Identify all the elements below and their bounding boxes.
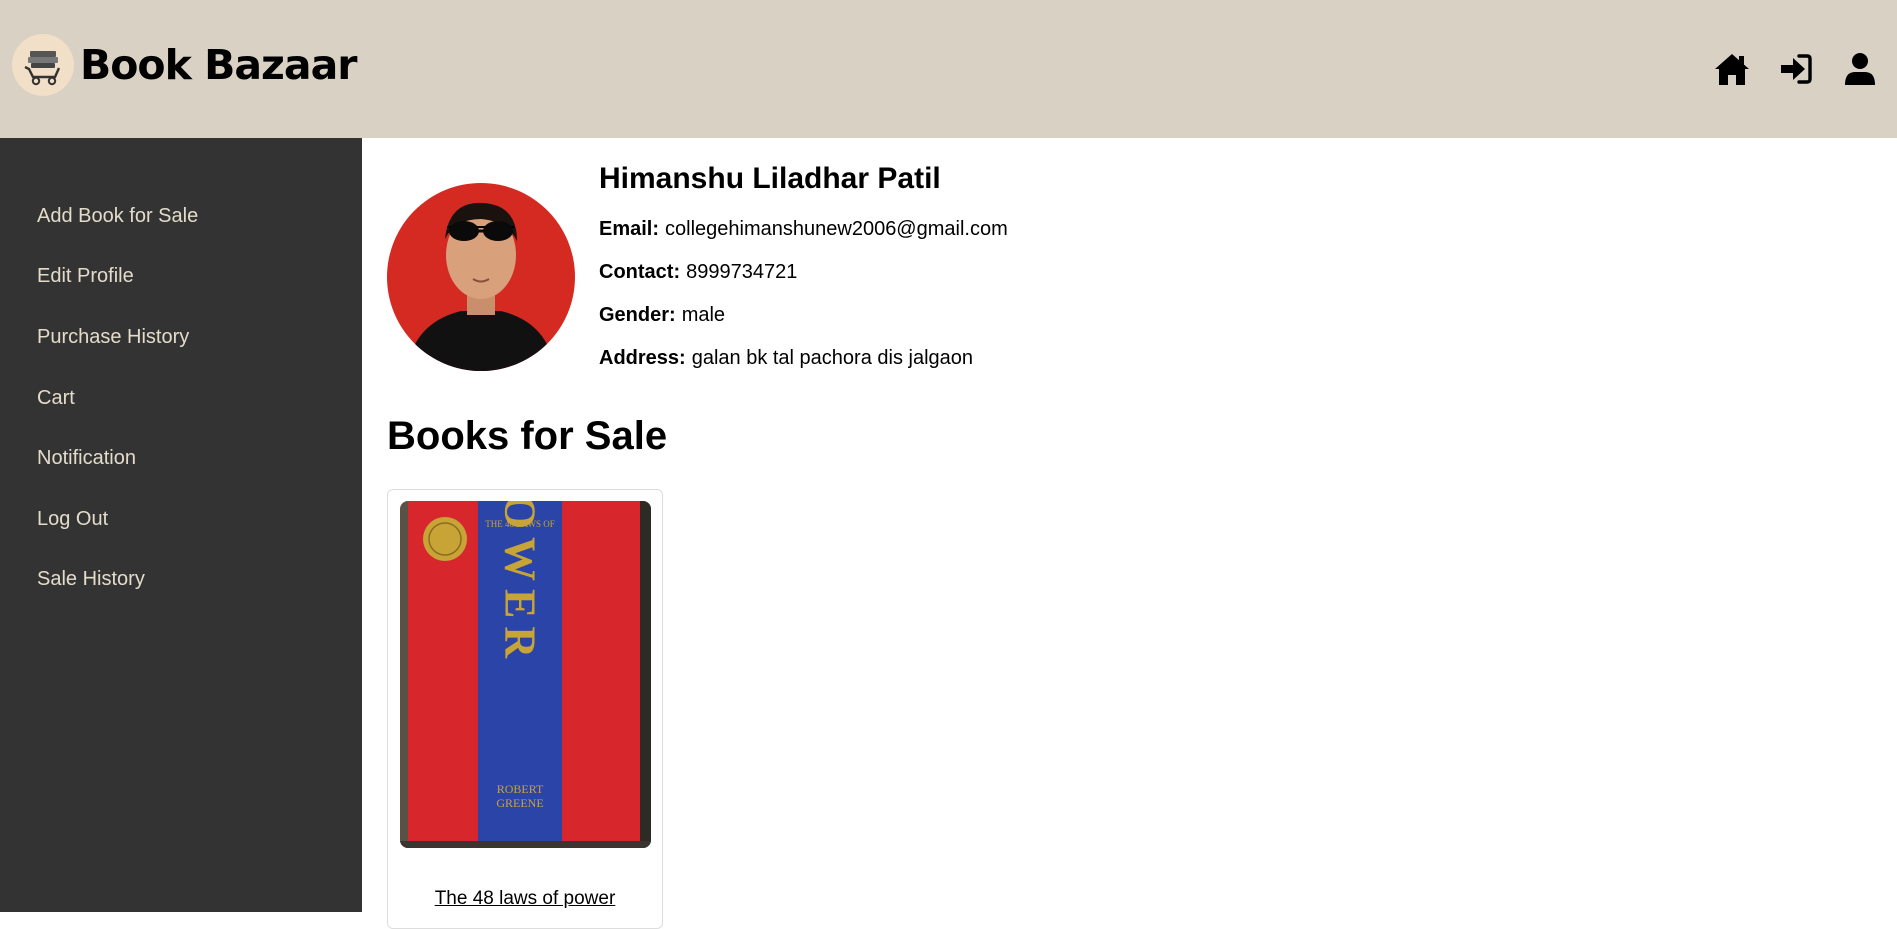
book-card[interactable]: THE 48 LAWS OF POWER ROBERT GREENE The 4… [387, 489, 663, 929]
home-icon[interactable] [1713, 50, 1751, 88]
purchase-history-link[interactable]: Purchase History [37, 326, 189, 349]
profile-name: Himanshu Liladhar Patil [599, 162, 941, 195]
profile-photo [387, 183, 575, 371]
sidebar-item-log-out: Log Out [0, 489, 362, 550]
contact-value: 8999734721 [686, 261, 798, 283]
header-nav [1713, 50, 1879, 88]
top-header: Book Bazaar [0, 0, 1897, 138]
sidebar-item-edit-profile: Edit Profile [0, 247, 362, 308]
contact-row: Contact: 8999734721 [599, 251, 1008, 294]
sidebar-item-purchase-history: Purchase History [0, 307, 362, 368]
book-cover-image[interactable]: THE 48 LAWS OF POWER ROBERT GREENE [400, 501, 651, 848]
log-out-link[interactable]: Log Out [37, 508, 108, 531]
add-book-for-sale-link[interactable]: Add Book for Sale [37, 205, 198, 228]
main-content: Himanshu Liladhar Patil Email: collegehi… [362, 138, 1897, 929]
sidebar-item-cart: Cart [0, 368, 362, 429]
email-label: Email: [599, 218, 660, 240]
cart-link[interactable]: Cart [37, 387, 75, 410]
sidebar-item-add-book: Add Book for Sale [0, 186, 362, 247]
sidebar: Add Book for Sale Edit Profile Purchase … [0, 138, 362, 912]
address-label: Address: [599, 347, 686, 369]
address-row: Address: galan bk tal pachora dis jalgao… [599, 337, 1008, 380]
book-title-link[interactable]: The 48 laws of power [388, 888, 662, 910]
email-value: collegehimanshunew2006@gmail.com [665, 218, 1008, 240]
avatar [387, 183, 575, 371]
brand-name: Book Bazaar [80, 40, 357, 89]
notification-link[interactable]: Notification [37, 447, 136, 470]
cover-author-line-1: ROBERT [497, 782, 544, 796]
edit-profile-link[interactable]: Edit Profile [37, 265, 134, 288]
login-icon[interactable] [1777, 50, 1815, 88]
book-cart-logo-icon [24, 51, 61, 86]
gender-value: male [681, 304, 726, 326]
address-value: galan bk tal pachora dis jalgaon [691, 347, 974, 369]
profile-info: Himanshu Liladhar Patil Email: collegehi… [599, 162, 1008, 380]
gender-label: Gender: [599, 304, 676, 326]
sidebar-item-sale-history: Sale History [0, 550, 362, 611]
email-row: Email: collegehimanshunew2006@gmail.com [599, 208, 1008, 251]
logo-badge [12, 34, 74, 96]
sidebar-menu: Add Book for Sale Edit Profile Purchase … [0, 138, 362, 610]
cover-title-text: POWER [496, 501, 545, 666]
books-for-sale-heading: Books for Sale [387, 414, 668, 458]
user-icon[interactable] [1841, 50, 1879, 88]
sidebar-item-notification: Notification [0, 428, 362, 489]
cover-author-line-2: GREENE [496, 796, 543, 810]
sale-history-link[interactable]: Sale History [37, 568, 145, 591]
contact-label: Contact: [599, 261, 681, 283]
gender-row: Gender: male [599, 294, 1008, 337]
logo-link[interactable]: Book Bazaar [12, 34, 357, 96]
